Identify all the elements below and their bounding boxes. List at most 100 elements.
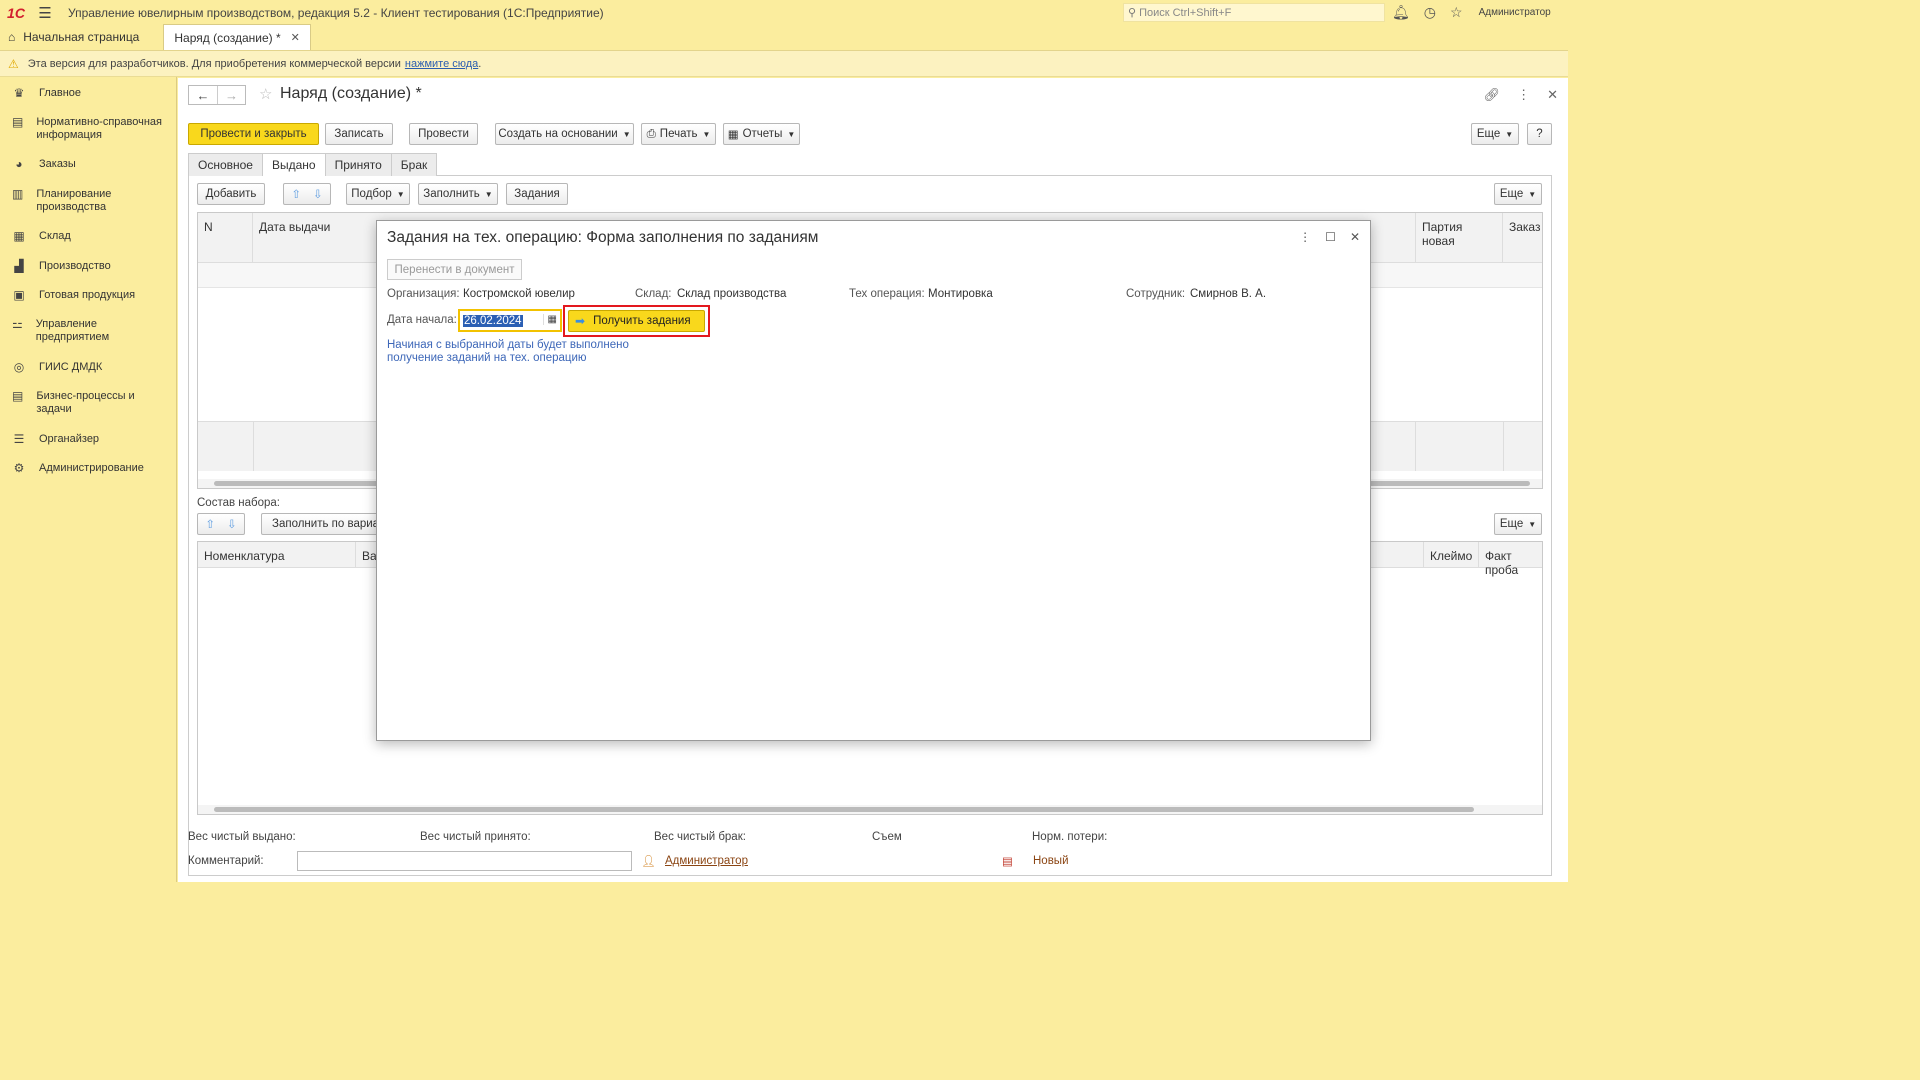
tab-issued[interactable]: Выдано: [261, 153, 326, 176]
home-icon: ⌂: [8, 30, 16, 44]
sidebar-item-bp[interactable]: ▤ Бизнес-процессы и задачи: [0, 390, 150, 416]
sidebar-item-management[interactable]: ⚍ Управление предприятием: [0, 318, 150, 344]
more-label: Еще: [1476, 128, 1501, 140]
dropdown-arrow-icon: ▼: [484, 189, 493, 199]
pie-icon: ◕: [15, 157, 23, 171]
fill-button[interactable]: Заполнить ▼: [418, 183, 498, 205]
search-icon: ⚲: [1128, 7, 1137, 19]
sections-panel: ♛ Главное ▤ Нормативно-справочная информ…: [0, 77, 177, 882]
move-up-icon[interactable]: ⇧: [205, 517, 215, 531]
dropdown-arrow-icon: ▼: [1505, 129, 1514, 139]
app-logo: 1С: [7, 4, 25, 21]
organization-label: Организация:: [387, 288, 460, 300]
sidebar-item-organizer[interactable]: ☰ Органайзер: [0, 433, 107, 446]
move-down-icon[interactable]: ⇩: [227, 517, 237, 531]
sidebar-item-label: Планирование производства: [36, 188, 112, 213]
close-icon[interactable]: ✕: [1547, 87, 1558, 103]
dialog-title: Задания на тех. операцию: Форма заполнен…: [387, 229, 819, 246]
selection-button[interactable]: Подбор ▼: [346, 183, 410, 205]
sidebar-item-giis[interactable]: ◎ ГИИС ДМДК: [0, 361, 110, 374]
maximize-icon[interactable]: ☐: [1325, 230, 1336, 244]
tab-received[interactable]: Принято: [324, 153, 392, 176]
forward-arrow-icon[interactable]: →: [217, 86, 245, 104]
net-received-label: Вес чистый принято:: [420, 831, 531, 843]
sidebar-item-production[interactable]: ▟ Производство: [0, 260, 119, 273]
column-nomenclature[interactable]: Номенклатура: [198, 542, 356, 567]
fill-label: Заполнить: [423, 188, 480, 200]
get-tasks-button[interactable]: ➡ Получить задания: [568, 310, 705, 332]
more-button[interactable]: Еще ▼: [1471, 123, 1519, 145]
post-button[interactable]: Провести: [409, 123, 478, 145]
column-hallmark[interactable]: Клеймо: [1423, 542, 1479, 567]
dropdown-arrow-icon: ▼: [396, 189, 405, 199]
main-menu-icon[interactable]: ☰: [32, 0, 58, 25]
dropdown-arrow-icon: ▼: [702, 129, 711, 139]
sidebar-item-warehouse[interactable]: ▦ Склад: [0, 230, 79, 243]
column-new-batch[interactable]: Партия новая: [1415, 213, 1503, 262]
sidebar-item-finished[interactable]: ▣ Готовая продукция: [0, 289, 143, 302]
set-more-button[interactable]: Еще ▼: [1494, 513, 1542, 535]
issued-more-button[interactable]: Еще ▼: [1494, 183, 1542, 205]
start-date-label: Дата начала:: [387, 314, 457, 326]
horizontal-scrollbar[interactable]: [198, 805, 1542, 814]
author-link[interactable]: Администратор: [665, 855, 748, 867]
save-button[interactable]: Записать: [325, 123, 393, 145]
dropdown-arrow-icon: ▼: [1528, 519, 1537, 529]
date-hint: Начиная с выбранной даты будет выполнено…: [387, 339, 629, 364]
title-bar: 1С ☰ Управление ювелирным производством,…: [0, 0, 1568, 25]
close-icon[interactable]: ✕: [1350, 230, 1360, 244]
sidebar-item-reference[interactable]: ▤ Нормативно-справочная информация: [0, 116, 177, 142]
issued-more-label: Еще: [1499, 188, 1524, 200]
notice-text: Эта версия для разработчиков. Для приобр…: [27, 57, 401, 70]
sidebar-item-planning[interactable]: ▥ Планирование производства: [0, 188, 150, 214]
fill-by-tasks-dialog: Задания на тех. операцию: Форма заполнен…: [376, 220, 1371, 741]
tasks-button[interactable]: Задания: [506, 183, 568, 205]
print-button[interactable]: ⎙ Печать ▼: [641, 123, 716, 145]
move-down-icon[interactable]: ⇩: [313, 187, 323, 201]
tab-order-create[interactable]: Наряд (создание) * ✕: [163, 24, 311, 50]
more-vertical-icon[interactable]: ⋮: [1299, 230, 1311, 244]
window-tabs: ⌂ Начальная страница Наряд (создание) * …: [0, 24, 1568, 51]
start-date-input[interactable]: 26.02.2024 ▦: [458, 309, 562, 332]
more-vertical-icon[interactable]: ⋮: [1517, 87, 1530, 103]
star-icon[interactable]: ☆: [1450, 4, 1463, 21]
calendar-icon[interactable]: ▦: [542, 314, 557, 325]
history-icon[interactable]: ◷: [1424, 4, 1436, 21]
global-search-input[interactable]: ⚲ Поиск Ctrl+Shift+F: [1123, 3, 1385, 22]
help-button[interactable]: ?: [1527, 123, 1552, 145]
factory-icon: ▟: [14, 259, 24, 273]
sidebar-item-main[interactable]: ♛ Главное: [0, 87, 89, 100]
link-icon[interactable]: 🔗︎: [1484, 87, 1501, 103]
print-label: Печать: [659, 128, 698, 140]
move-up-icon[interactable]: ⇧: [291, 187, 301, 201]
organization-value: Костромской ювелир: [463, 288, 575, 300]
tab-home[interactable]: ⌂ Начальная страница: [0, 24, 149, 50]
tab-basic[interactable]: Основное: [188, 153, 263, 176]
warehouse-label: Склад:: [635, 288, 672, 300]
create-based-button[interactable]: Создать на основании ▼: [495, 123, 634, 145]
notice-link[interactable]: нажмите сюда: [405, 58, 478, 70]
tab-defect[interactable]: Брак: [390, 153, 438, 176]
transfer-to-document-button[interactable]: Перенести в документ: [387, 259, 522, 280]
favorite-star-icon[interactable]: ☆: [259, 85, 272, 103]
column-order[interactable]: Заказ: [1503, 213, 1544, 262]
current-user[interactable]: Администратор: [1479, 7, 1551, 18]
column-n[interactable]: N: [198, 213, 253, 262]
column-actual-probe[interactable]: Факт проба: [1479, 542, 1544, 577]
add-button[interactable]: Добавить: [197, 183, 265, 205]
reports-button[interactable]: ▦ Отчеты ▼: [723, 123, 800, 145]
warning-icon: ⚠: [8, 56, 19, 71]
scrollbar-thumb[interactable]: [214, 807, 1474, 812]
warehouse-icon: ▦: [13, 229, 25, 243]
comment-input[interactable]: [297, 851, 632, 871]
bell-icon[interactable]: 🔔︎: [1392, 4, 1410, 21]
back-arrow-icon[interactable]: ←: [189, 86, 217, 104]
sidebar-item-orders[interactable]: ◕ Заказы: [0, 158, 84, 171]
get-tasks-label: Получить задания: [593, 315, 691, 327]
sidebar-item-admin[interactable]: ⚙ Администрирование: [0, 462, 152, 475]
close-icon[interactable]: ✕: [291, 31, 300, 44]
post-and-close-button[interactable]: Провести и закрыть: [188, 123, 319, 145]
page-title: Наряд (создание) *: [280, 85, 422, 102]
fill-by-variant-button[interactable]: Заполнить по вариан: [261, 513, 385, 535]
tab-order-label: Наряд (создание) *: [174, 30, 281, 45]
